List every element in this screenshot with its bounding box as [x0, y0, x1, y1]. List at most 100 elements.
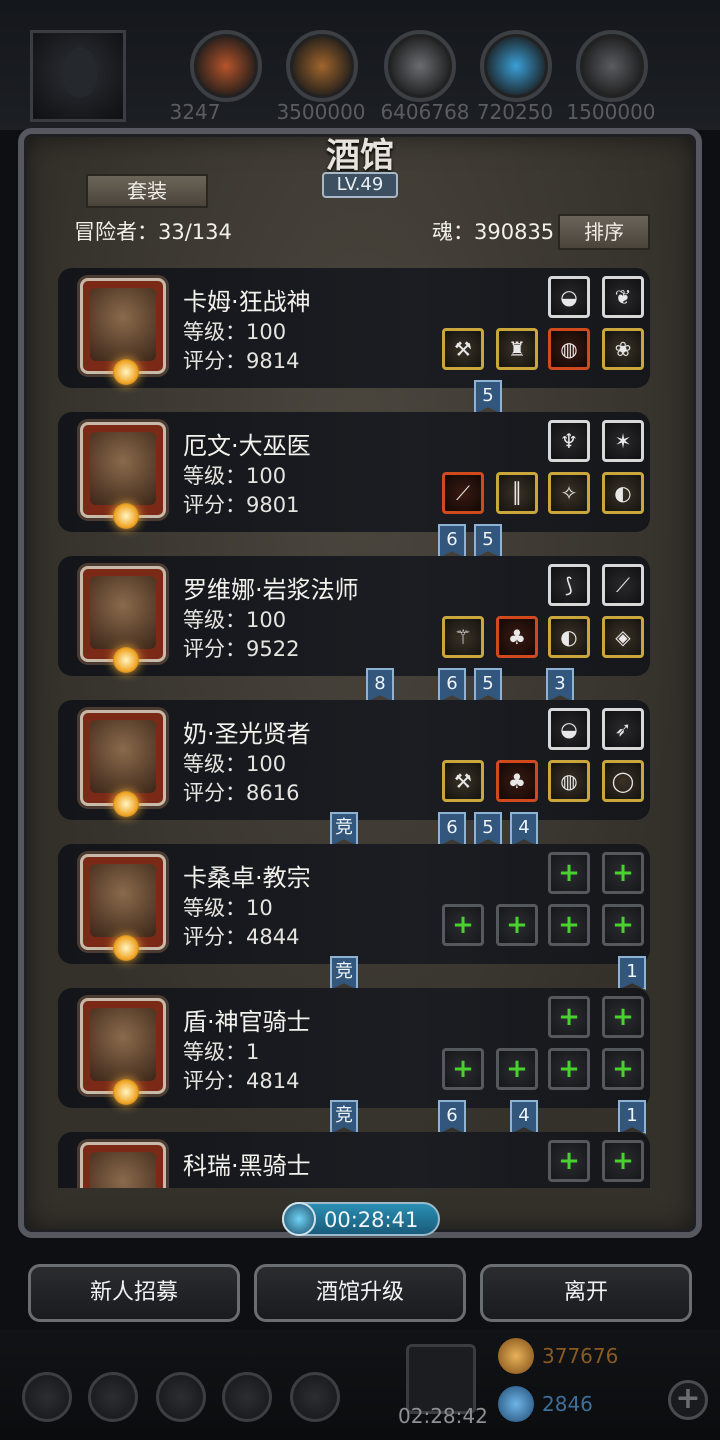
gear-icon: ✧ — [560, 481, 578, 505]
gear-slot[interactable]: ◍ — [548, 328, 590, 370]
skill-slot[interactable]: ⟆ — [548, 564, 590, 606]
enhance-level-tag: 竞 — [330, 1100, 358, 1134]
hero-level: 等级：100 — [183, 320, 287, 344]
enhance-level-tag: 4 — [510, 812, 538, 846]
empty-gear-slot[interactable]: + — [602, 1048, 644, 1090]
empty-gear-slot[interactable]: + — [442, 904, 484, 946]
mail-icon[interactable] — [222, 1372, 272, 1422]
gear-slot[interactable]: ⚚ — [442, 616, 484, 658]
hero-portrait[interactable] — [80, 710, 166, 817]
set-button[interactable]: 套装 — [86, 174, 208, 208]
shield-icon[interactable] — [290, 1372, 340, 1422]
leave-button[interactable]: 离开 — [480, 1264, 692, 1322]
skill-slot[interactable]: ♆ — [548, 420, 590, 462]
steel-resource-icon[interactable] — [576, 30, 648, 102]
skill-icon: ♆ — [560, 429, 578, 453]
star-rank-icon — [113, 791, 139, 817]
gear-icon: ♣ — [508, 625, 526, 649]
gear-slot[interactable]: ◈ — [602, 616, 644, 658]
hero-portrait[interactable] — [80, 278, 166, 385]
gear-slot[interactable]: ◐ — [548, 616, 590, 658]
add-plus-icon: + — [506, 1054, 528, 1084]
sort-button[interactable]: 排序 — [558, 214, 650, 250]
add-plus-icon: + — [452, 910, 474, 940]
upgrade-tavern-button[interactable]: 酒馆升级 — [254, 1264, 466, 1322]
star-medal-icon[interactable] — [88, 1372, 138, 1422]
recruit-button[interactable]: 新人招募 — [28, 1264, 240, 1322]
hero-card[interactable]: 罗维娜·岩浆法师 等级：100 评分：9522 ⟆ ⟋ ⚚ ♣ ◐ ◈ — [58, 556, 650, 676]
skill-slot[interactable]: ◒ — [548, 708, 590, 750]
hero-card[interactable]: 科瑞·黑骑士 + + — [58, 1132, 650, 1188]
empty-gear-slot[interactable]: + — [496, 904, 538, 946]
add-plus-icon: + — [506, 910, 528, 940]
empty-gear-slot[interactable]: + — [548, 1048, 590, 1090]
resource-bar: 3247 3500000 6406768 720250 1500000 — [0, 0, 720, 130]
empty-skill-slot[interactable]: + — [548, 852, 590, 894]
hero-list[interactable]: 卡姆·狂战神 等级：100 评分：9814 ◒ ❦ ⚒ ♜ ◍ ❀ 5 厄文·大巫医 等级：100 评分… — [58, 258, 650, 1188]
empty-gear-slot[interactable]: + — [548, 904, 590, 946]
empty-gear-slot[interactable]: + — [442, 1048, 484, 1090]
hero-portrait[interactable] — [80, 566, 166, 673]
gear-slot[interactable]: ♣ — [496, 616, 538, 658]
hero-level: 等级：10 — [183, 896, 273, 920]
empty-skill-slot[interactable]: + — [602, 852, 644, 894]
empty-gear-slot[interactable]: + — [602, 904, 644, 946]
skill-slot[interactable]: ❦ — [602, 276, 644, 318]
skill-slot[interactable]: ⟋ — [602, 564, 644, 606]
iron-resource-icon[interactable] — [384, 30, 456, 102]
crystal-resource-icon[interactable] — [480, 30, 552, 102]
lumber-resource-icon[interactable] — [286, 30, 358, 102]
gear-slot[interactable]: ║ — [496, 472, 538, 514]
empty-skill-slot[interactable]: + — [602, 996, 644, 1038]
hero-card[interactable]: 卡姆·狂战神 等级：100 评分：9814 ◒ ❦ ⚒ ♜ ◍ ❀ — [58, 268, 650, 388]
gear-slot[interactable]: ⚒ — [442, 328, 484, 370]
refresh-timer: 00:28:41 — [282, 1202, 440, 1236]
hero-portrait[interactable] — [80, 854, 166, 961]
gear-slot[interactable]: ◐ — [602, 472, 644, 514]
hero-card[interactable]: 盾·神官骑士 等级：1 评分：4814 + + + + + + — [58, 988, 650, 1108]
timer-text: 00:28:41 — [324, 1208, 419, 1232]
gear-slot[interactable]: ◍ — [548, 760, 590, 802]
add-plus-icon: + — [612, 910, 634, 940]
player-avatar[interactable] — [30, 30, 126, 122]
empty-skill-slot[interactable]: + — [602, 1140, 644, 1182]
hero-card[interactable]: 卡桑卓·教宗等级：10 评分：4844 + + + + + + — [58, 844, 650, 964]
steel-resource-value: 1500000 — [566, 100, 656, 124]
empty-skill-slot[interactable]: + — [548, 996, 590, 1038]
skill-slot[interactable]: ➶ — [602, 708, 644, 750]
ranking-icon[interactable] — [156, 1372, 206, 1422]
wood-resource-icon[interactable] — [190, 30, 262, 102]
skill-slot[interactable]: ◒ — [548, 276, 590, 318]
gear-slot[interactable]: ♣ — [496, 760, 538, 802]
gear-slot[interactable]: ⚒ — [442, 760, 484, 802]
gear-slot[interactable]: ◯ — [602, 760, 644, 802]
hero-portrait[interactable] — [80, 422, 166, 529]
star-rank-icon — [113, 1079, 139, 1105]
gift-timer: 02:28:42 — [398, 1404, 488, 1428]
hero-portrait[interactable] — [80, 1142, 166, 1188]
add-plus-icon: + — [612, 1146, 634, 1176]
empty-skill-slot[interactable]: + — [548, 1140, 590, 1182]
gear-slot[interactable]: ♜ — [496, 328, 538, 370]
gem-amount: 2846 — [542, 1392, 593, 1416]
hero-card[interactable]: 厄文·大巫医 等级：100 评分：9801 ♆ ✶ ⟋ ║ ✧ ◐ — [58, 412, 650, 532]
hero-card[interactable]: 奶·圣光贤者 等级：100 评分：8616 ◒ ➶ ⚒ ♣ ◍ ◯ — [58, 700, 650, 820]
clock-icon — [282, 1202, 316, 1236]
skill-icon: ⟋ — [616, 573, 630, 597]
settings-gear-icon[interactable] — [22, 1372, 72, 1422]
enhance-level-tag: 5 — [474, 812, 502, 846]
enhance-level-tag: 6 — [438, 1100, 466, 1134]
gear-slot[interactable]: ✧ — [548, 472, 590, 514]
empty-gear-slot[interactable]: + — [496, 1048, 538, 1090]
hero-score: 评分：4844 — [183, 925, 300, 949]
hero-name: 卡桑卓·教宗 — [183, 864, 311, 892]
skill-slot[interactable]: ✶ — [602, 420, 644, 462]
add-currency-button[interactable]: + — [668, 1380, 708, 1420]
skill-icon: ◒ — [560, 285, 578, 309]
gear-icon: ◐ — [614, 481, 632, 505]
hero-level: 等级：100 — [183, 464, 287, 488]
enhance-level-tag: 4 — [510, 1100, 538, 1134]
hero-portrait[interactable] — [80, 998, 166, 1105]
gear-slot[interactable]: ❀ — [602, 328, 644, 370]
gear-slot[interactable]: ⟋ — [442, 472, 484, 514]
